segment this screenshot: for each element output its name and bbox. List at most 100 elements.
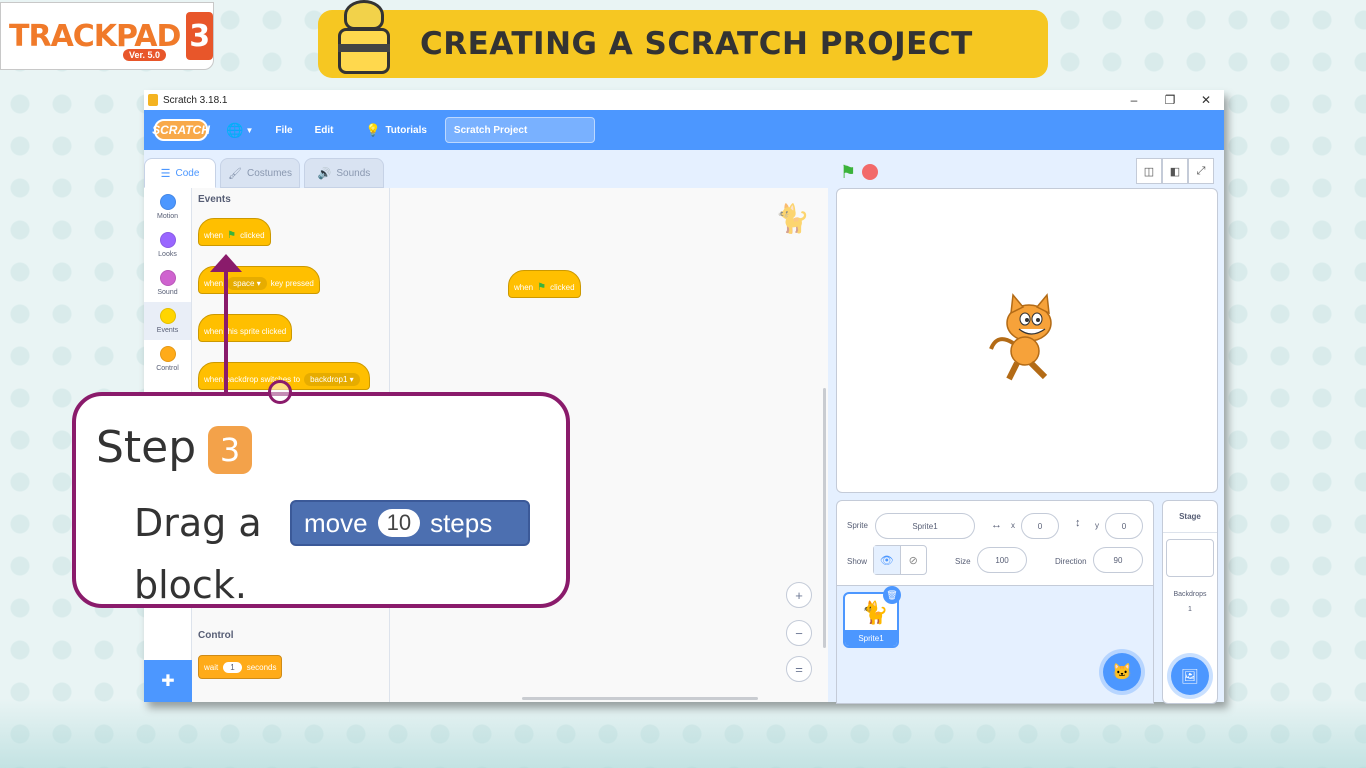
control-heading: Control	[198, 630, 234, 641]
key-dropdown[interactable]: space ▾	[227, 276, 267, 290]
callout-arrow-icon	[210, 254, 242, 272]
block-wait-seconds[interactable]: wait 1 seconds	[198, 655, 283, 679]
events-dot-icon	[159, 308, 176, 324]
block-when-flag-clicked[interactable]: when ⚑ clicked	[198, 218, 271, 246]
x-arrows-icon: ↔	[991, 519, 1002, 531]
language-globe-icon[interactable]: 🌐	[226, 122, 243, 139]
code-icon: ☰	[160, 167, 171, 180]
x-label: x	[1011, 521, 1015, 530]
tab-costumes[interactable]: 🖌 Costumes	[220, 158, 300, 188]
looks-dot-icon	[159, 232, 176, 248]
block-text: when this sprite clicked	[204, 326, 287, 336]
sprite-thumb-name: Sprite1	[845, 630, 897, 646]
zoom-out-button[interactable]: −	[786, 620, 812, 646]
y-input[interactable]: 0	[1105, 513, 1143, 539]
sprite-info-panel: Sprite Sprite1 ↔ x 0 ↕ y 0 Show 👁 ⊘ Size…	[836, 500, 1154, 586]
speaker-icon: 🔊	[317, 167, 332, 180]
lightbulb-icon: 💡	[365, 123, 381, 137]
step-callout: Step 3 Drag a block. move 10 steps	[72, 392, 570, 608]
stage-selector-pane[interactable]: Stage Backdrops 1 🖼	[1162, 500, 1218, 704]
chevron-down-icon[interactable]: ▼	[245, 126, 253, 135]
editor-tabs: ☰ Code 🖌 Costumes 🔊 Sounds	[144, 158, 388, 188]
close-button[interactable]: ✕	[1188, 93, 1224, 107]
x-input[interactable]: 0	[1021, 513, 1059, 539]
add-backdrop-button[interactable]: 🖼	[1171, 657, 1209, 695]
zoom-in-button[interactable]: +	[786, 582, 812, 608]
size-input[interactable]: 100	[977, 547, 1027, 573]
block-text: when	[514, 282, 534, 292]
cat-sprite[interactable]	[987, 293, 1067, 383]
green-flag-icon: ⚑	[537, 281, 547, 293]
category-label: Control	[156, 365, 179, 372]
tab-code[interactable]: ☰ Code	[144, 158, 216, 188]
y-label: y	[1095, 521, 1099, 530]
show-eye-icon[interactable]: 👁	[874, 546, 900, 574]
stage-canvas[interactable]	[836, 188, 1218, 493]
minimize-button[interactable]: –	[1116, 93, 1152, 107]
category-control[interactable]: Control	[144, 340, 191, 378]
category-looks[interactable]: Looks	[144, 226, 191, 264]
size-label: Size	[955, 557, 971, 566]
app-icon	[148, 94, 158, 106]
direction-input[interactable]: 90	[1093, 547, 1143, 573]
horizontal-scrollbar[interactable]	[522, 697, 758, 700]
green-flag-button[interactable]: ⚑	[840, 162, 856, 183]
zoom-reset-button[interactable]: =	[786, 656, 812, 682]
vertical-scrollbar[interactable]	[823, 388, 826, 648]
hide-eye-icon[interactable]: ⊘	[899, 546, 927, 574]
script-block-when-flag-clicked[interactable]: when ⚑ clicked	[508, 270, 581, 298]
callout-pointer-line	[224, 258, 228, 392]
wait-value-input[interactable]: 1	[223, 661, 242, 673]
sprite-label: Sprite	[847, 521, 868, 530]
block-text: clicked	[550, 282, 575, 292]
window-controls: – ❐ ✕	[1116, 93, 1224, 107]
show-label: Show	[847, 557, 868, 566]
tab-code-label: Code	[175, 167, 200, 179]
project-title-input[interactable]: Scratch Project	[444, 117, 595, 143]
step-number-badge: 3	[208, 426, 252, 474]
menu-edit[interactable]: Edit	[315, 125, 334, 136]
control-dot-icon	[159, 346, 176, 362]
step-label: Step	[96, 422, 197, 473]
sprite-list: 🐈 Sprite1 🗑 🐱	[836, 586, 1154, 704]
backdrop-dropdown[interactable]: backdrop1 ▾	[304, 372, 360, 386]
category-events[interactable]: Events	[144, 302, 191, 340]
menu-tutorials-label: Tutorials	[385, 124, 427, 136]
restore-button[interactable]: ❐	[1152, 93, 1188, 107]
small-stage-button[interactable]: ◫	[1136, 158, 1162, 184]
tab-sounds[interactable]: 🔊 Sounds	[304, 158, 384, 188]
visibility-toggle: 👁 ⊘	[873, 545, 927, 575]
fullscreen-button[interactable]: ⤢	[1188, 158, 1214, 184]
stage-pane-title: Stage	[1163, 501, 1217, 533]
add-sprite-button[interactable]: 🐱	[1103, 653, 1141, 691]
block-text: key pressed	[270, 278, 314, 288]
stop-button[interactable]	[862, 164, 878, 180]
move-block-text: steps	[430, 507, 493, 538]
sprite-watermark-icon: 🐈	[775, 203, 810, 234]
stage-header: ⚑ ◫ ◧ ⤢	[838, 158, 1218, 186]
add-extension-button[interactable]: ✚	[144, 660, 192, 702]
sprite-name-input[interactable]: Sprite1	[875, 513, 975, 539]
normal-stage-button[interactable]: ◧	[1162, 158, 1188, 184]
move-block-text: move	[304, 507, 368, 538]
brand-version: Ver. 5.0	[123, 49, 167, 61]
menu-tutorials[interactable]: 💡 Tutorials	[365, 123, 426, 137]
category-sound[interactable]: Sound	[144, 264, 191, 302]
block-when-sprite-clicked[interactable]: when this sprite clicked	[198, 314, 293, 342]
block-text: seconds	[246, 662, 277, 672]
y-arrows-icon: ↕	[1075, 517, 1081, 529]
category-label: Motion	[156, 213, 178, 220]
step-instruction: Drag a block.	[134, 501, 262, 607]
window-title: Scratch 3.18.1	[163, 94, 228, 106]
block-text: wait	[204, 662, 219, 672]
callout-anchor-circle	[268, 380, 292, 404]
category-motion[interactable]: Motion	[144, 188, 191, 226]
delete-sprite-icon[interactable]: 🗑	[883, 586, 901, 604]
stage-thumbnail[interactable]	[1166, 539, 1214, 577]
menu-file[interactable]: File	[275, 125, 292, 136]
category-label: Events	[156, 327, 179, 334]
category-label: Sound	[157, 289, 178, 296]
block-text: clicked	[240, 230, 265, 240]
direction-label: Direction	[1055, 557, 1087, 566]
scratch-logo[interactable]: SCRATCH	[152, 119, 210, 141]
